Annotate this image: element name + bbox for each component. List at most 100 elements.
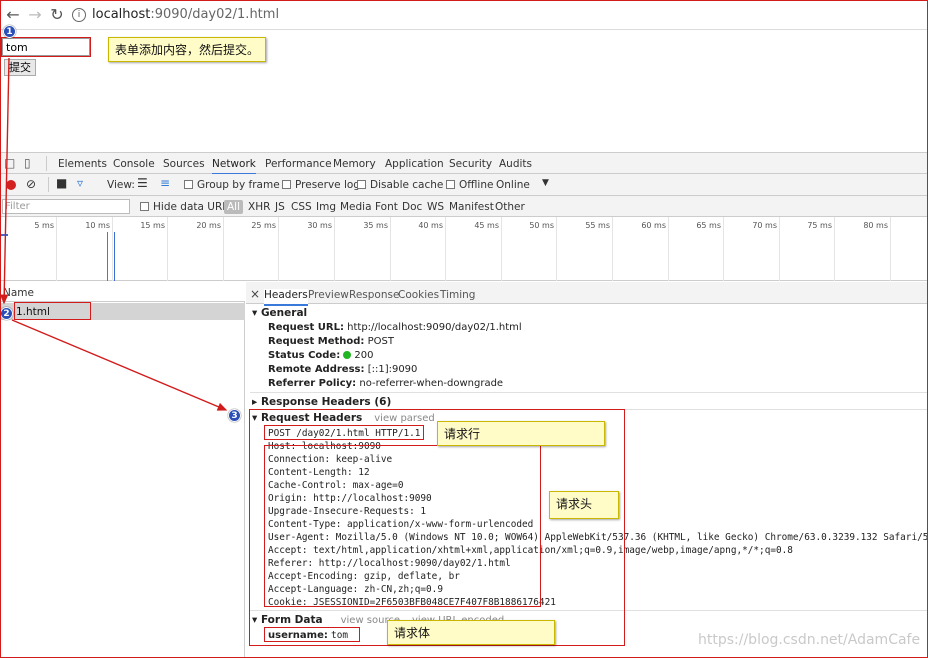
timeline-tick-label: 60 ms [641, 221, 666, 230]
type-img[interactable]: Img [316, 201, 336, 213]
response-headers-section-header[interactable]: ▸ Response Headers (6) [252, 396, 391, 408]
divider [48, 177, 49, 192]
type-font[interactable]: Font [375, 201, 398, 213]
timeline-tick-label: 55 ms [585, 221, 610, 230]
step-badge-3: 3 [228, 409, 241, 422]
timeline-tick-label: 15 ms [140, 221, 165, 230]
timeline-tick-label: 45 ms [474, 221, 499, 230]
tab-headers[interactable]: Headers [264, 289, 308, 306]
divider [250, 392, 928, 393]
tab-response[interactable]: Response [349, 289, 399, 301]
divider [46, 156, 47, 171]
note-fill-form: 表单添加内容，然后提交。 [108, 37, 267, 62]
inspect-icon[interactable]: □ [4, 156, 15, 170]
network-toolbar: ⊘ ■ ▿ View: ☰ ≡ Group by frame Preserve … [0, 174, 928, 196]
load-event-line [107, 232, 108, 281]
info-icon[interactable]: i [72, 8, 86, 22]
type-ws[interactable]: WS [427, 201, 444, 213]
highlight-box-request-line [264, 425, 424, 440]
type-media[interactable]: Media [340, 201, 372, 213]
tab-memory[interactable]: Memory [333, 158, 376, 170]
tab-security[interactable]: Security [449, 158, 492, 170]
tab-console[interactable]: Console [113, 158, 155, 170]
device-toolbar-icon[interactable]: ▯ [24, 156, 31, 170]
record-icon[interactable] [6, 180, 16, 190]
timeline-tick-label: 5 ms [34, 221, 54, 230]
url-path: :9090/day02/1.html [150, 7, 280, 22]
tab-network[interactable]: Network [212, 158, 256, 175]
large-rows-icon[interactable]: ☰ [137, 176, 148, 190]
timeline-gridline [223, 217, 224, 281]
filter-input[interactable]: Filter [2, 199, 130, 214]
chevron-down-icon[interactable]: ▼ [542, 178, 549, 188]
timeline-gridline [779, 217, 780, 281]
clear-icon[interactable]: ⊘ [26, 177, 36, 191]
filter-icon[interactable]: ▿ [77, 176, 83, 190]
timeline-gridline [723, 217, 724, 281]
general-section-header[interactable]: ▾ General [252, 307, 307, 319]
timeline-gridline [56, 217, 57, 281]
timeline-gridline [612, 217, 613, 281]
timeline-tick-label: 30 ms [307, 221, 332, 230]
disable-cache-checkbox[interactable]: Disable cache [357, 179, 443, 191]
reload-icon[interactable]: ↻ [48, 6, 66, 24]
type-xhr[interactable]: XHR [248, 201, 270, 213]
timeline-overview[interactable]: 5 ms 10 ms 15 ms 20 ms 25 ms 30 ms 35 ms 40 ms 4… [0, 217, 928, 281]
name-column-header[interactable]: Name [0, 282, 245, 302]
tab-cookies[interactable]: Cookies [398, 289, 439, 301]
tab-sources[interactable]: Sources [163, 158, 205, 170]
timeline-tick-label: 70 ms [752, 221, 777, 230]
tab-elements[interactable]: Elements [58, 158, 107, 170]
group-by-frame-checkbox[interactable]: Group by frame [184, 179, 280, 191]
type-js[interactable]: JS [275, 201, 285, 213]
detail-tabbar: × Headers Preview Response Cookies Timin… [246, 282, 928, 306]
note-request-line: 请求行 [437, 421, 605, 446]
request-list-panel [0, 282, 245, 658]
tab-preview[interactable]: Preview [308, 289, 349, 301]
type-manifest[interactable]: Manifest [449, 201, 494, 213]
timeline-gridline [334, 217, 335, 281]
timeline-gridline [278, 217, 279, 281]
timeline-gridline [167, 217, 168, 281]
throttling-select[interactable]: Online [496, 179, 530, 191]
camera-icon[interactable]: ■ [56, 176, 67, 190]
type-css[interactable]: CSS [291, 201, 312, 213]
status-code-row: Status Code: 200 [268, 350, 374, 361]
timeline-gridline [390, 217, 391, 281]
timeline-tick-label: 40 ms [418, 221, 443, 230]
timeline-tick-label: 35 ms [363, 221, 388, 230]
timeline-tick-label: 80 ms [863, 221, 888, 230]
timeline-gridline [890, 217, 891, 281]
overview-icon[interactable]: ≡ [160, 176, 170, 190]
timeline-tick-label: 50 ms [529, 221, 554, 230]
type-doc[interactable]: Doc [402, 201, 422, 213]
timeline-gridline [112, 217, 113, 281]
timeline-gridline [556, 217, 557, 281]
step-badge-2: 2 [0, 307, 13, 320]
timeline-gridline [668, 217, 669, 281]
submit-button[interactable]: 提交 [4, 59, 36, 76]
tab-performance[interactable]: Performance [265, 158, 332, 170]
offline-checkbox[interactable]: Offline [446, 179, 493, 191]
forward-arrow-icon[interactable]: → [26, 6, 44, 24]
close-icon[interactable]: × [250, 287, 260, 301]
timeline-gridline [834, 217, 835, 281]
remote-address-row: Remote Address: [::1]:9090 [268, 364, 418, 375]
type-all[interactable]: All [224, 200, 244, 214]
tab-timing[interactable]: Timing [440, 289, 475, 301]
timeline-gridline [445, 217, 446, 281]
type-other[interactable]: Other [495, 201, 525, 213]
back-arrow-icon[interactable]: ← [4, 6, 22, 24]
url-host: localhost [92, 7, 151, 22]
url-field[interactable]: localhost:9090/day02/1.html [92, 7, 279, 22]
hide-data-urls-checkbox[interactable]: Hide data URLs [140, 201, 234, 213]
tab-application[interactable]: Application [385, 158, 444, 170]
tab-audits[interactable]: Audits [499, 158, 532, 170]
timeline-tick-label: 25 ms [251, 221, 276, 230]
request-method-row: Request Method: POST [268, 336, 394, 347]
timeline-tick-label: 75 ms [807, 221, 832, 230]
view-label: View: [107, 179, 135, 191]
note-request-headers: 请求头 [549, 491, 619, 519]
referrer-policy-row: Referrer Policy: no-referrer-when-downgr… [268, 378, 504, 389]
preserve-log-checkbox[interactable]: Preserve log [282, 179, 360, 191]
